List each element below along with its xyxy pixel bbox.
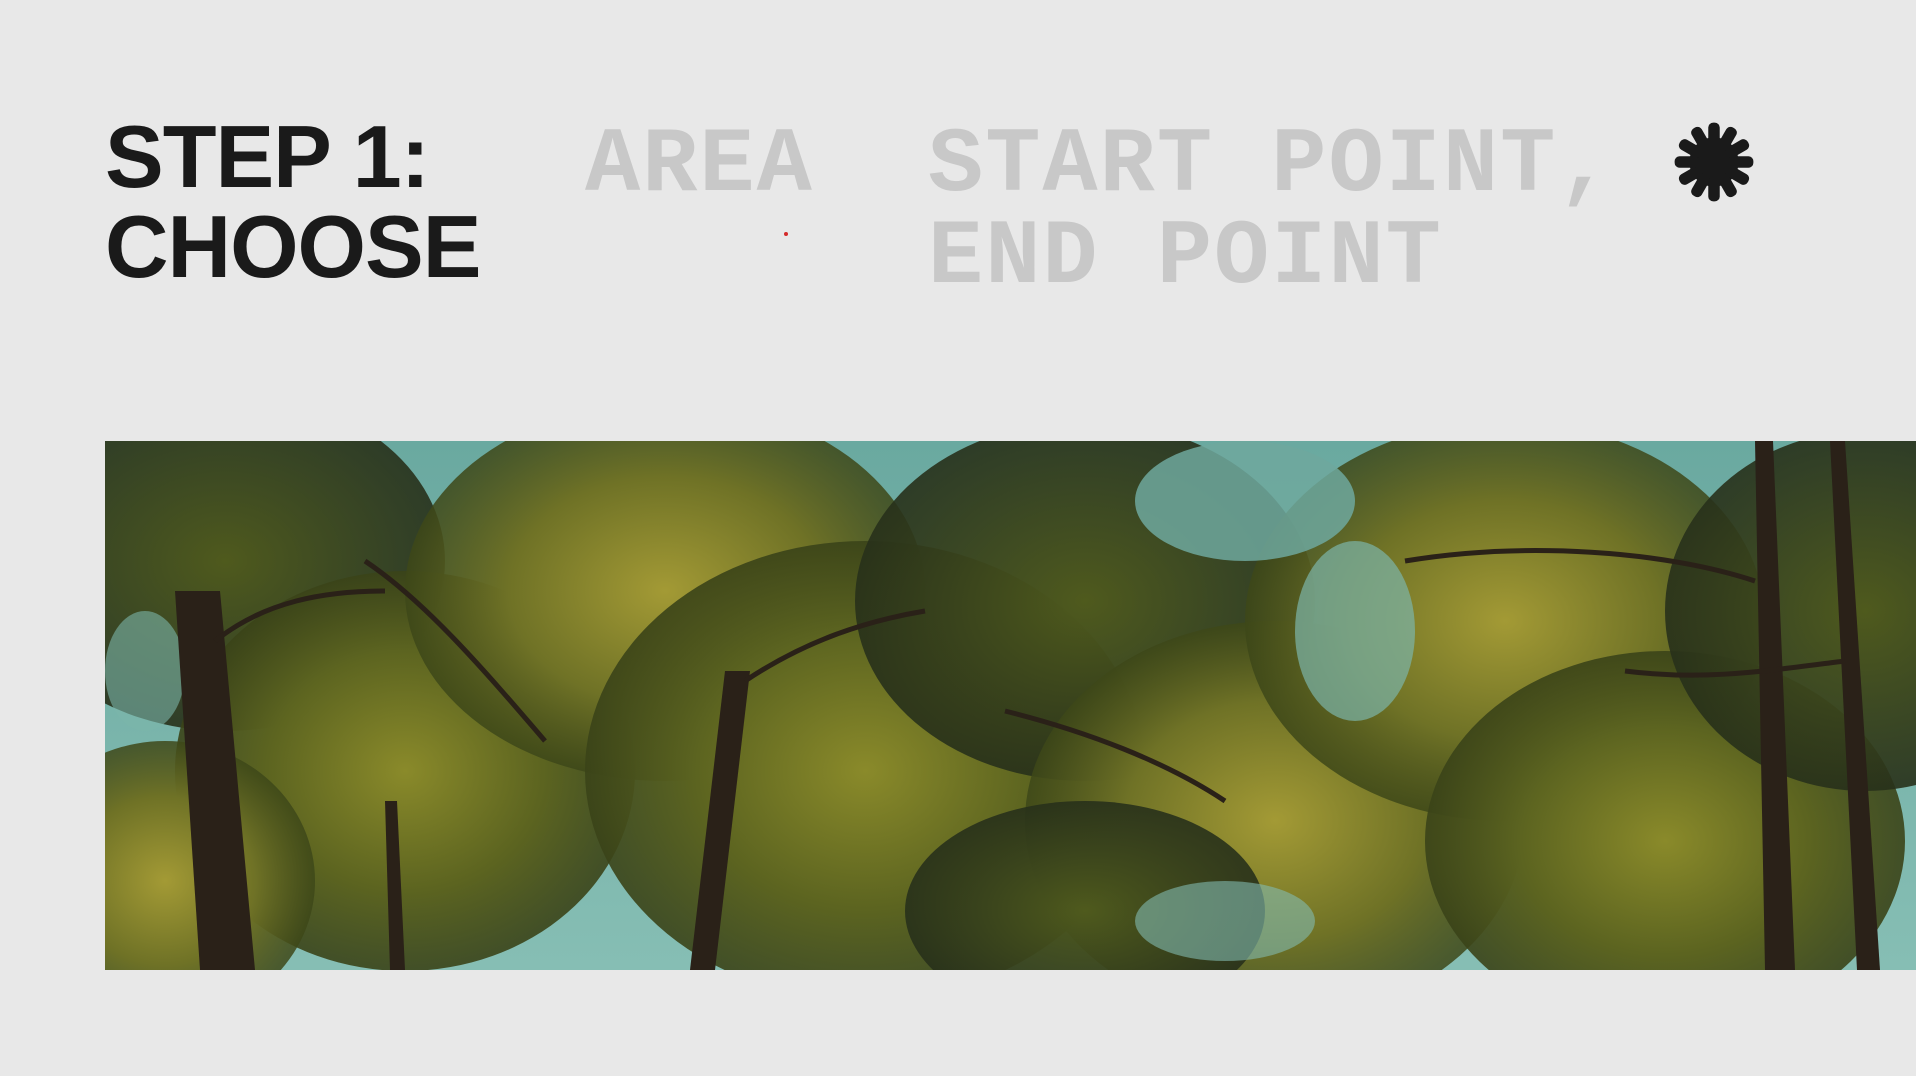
pine-tree-canopy-photo <box>105 441 1916 970</box>
page-title-line-1: STEP 1: <box>105 107 430 206</box>
option-start-end-point-line-1: START POINT, <box>928 113 1615 218</box>
cursor-dot <box>784 232 788 236</box>
page-title-line-2: CHOOSE <box>105 197 481 296</box>
hero-image <box>105 441 1916 970</box>
option-start-end-point-line-2: END POINT <box>928 205 1443 310</box>
option-start-end-point[interactable]: START POINT, END POINT <box>928 120 1615 304</box>
page-title: STEP 1: CHOOSE <box>105 107 481 296</box>
option-area[interactable]: AREA <box>585 120 814 212</box>
option-area-label: AREA <box>585 113 814 218</box>
asterisk-icon[interactable] <box>1673 121 1755 203</box>
